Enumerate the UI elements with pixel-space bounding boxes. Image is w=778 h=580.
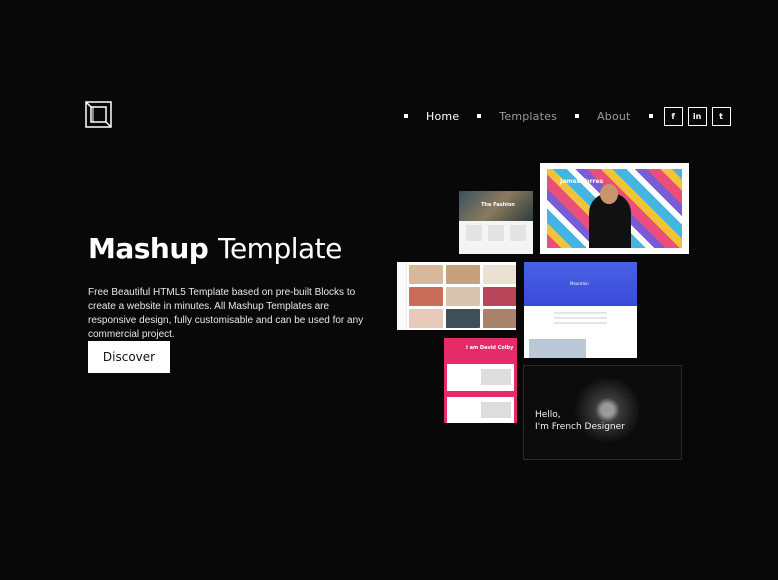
hero-title-bold: Mashup <box>88 232 209 265</box>
nav-templates-link[interactable]: Templates <box>499 110 557 123</box>
hero-title: Mashup Template <box>88 232 342 266</box>
preview-greeting-line: I'm French Designer <box>535 422 625 432</box>
preview-food-image <box>483 309 516 328</box>
nav-bullet <box>648 114 653 118</box>
main-nav: Home Templates About f in t <box>404 105 736 127</box>
facebook-icon[interactable]: f <box>663 106 683 126</box>
preview-food-image <box>409 287 443 306</box>
fashion-template-preview[interactable]: The Fashion <box>459 191 533 254</box>
preview-food-image <box>483 265 516 284</box>
preview-person-head <box>600 184 618 204</box>
nav-home-link[interactable]: Home <box>426 110 459 123</box>
preview-food-image <box>446 287 480 306</box>
preview-food-image <box>409 265 443 284</box>
preview-card <box>447 397 514 423</box>
preview-card <box>488 225 504 241</box>
preview-title: Mountain <box>570 281 589 286</box>
food-template-preview[interactable] <box>397 262 516 330</box>
preview-card <box>510 225 526 241</box>
logo-icon[interactable] <box>85 101 112 128</box>
hero-description: Free Beautiful HTML5 Template based on p… <box>88 287 364 340</box>
nav-bullet <box>575 114 580 118</box>
preview-food-image <box>446 265 480 284</box>
preview-title: The Fashion <box>481 202 515 208</box>
preview-greeting: Hello, I'm French Designer <box>535 409 625 433</box>
dark-template-preview[interactable]: Hello, I'm French Designer <box>523 365 682 460</box>
preview-text-line <box>554 322 607 324</box>
preview-card <box>447 364 514 391</box>
linkedin-icon[interactable]: in <box>687 106 707 126</box>
preview-title: James Torres <box>560 178 604 185</box>
nav-about-link[interactable]: About <box>597 110 631 123</box>
nav-bullet <box>404 114 408 118</box>
preview-text-line <box>554 317 607 319</box>
preview-image <box>529 339 586 358</box>
portfolio-template-preview[interactable]: James Torres <box>540 163 689 254</box>
discover-button[interactable]: Discover <box>88 341 170 373</box>
hero-title-regular: Template <box>218 232 342 265</box>
preview-food-image <box>483 287 516 306</box>
preview-card <box>466 225 482 241</box>
preview-text-line <box>554 312 607 314</box>
mountain-template-preview[interactable]: Mountain <box>524 262 637 358</box>
pink-template-preview[interactable]: I am David Colby <box>444 338 517 423</box>
preview-title: I am David Colby <box>466 345 514 351</box>
preview-food-image <box>409 309 443 328</box>
twitter-icon[interactable]: t <box>711 106 731 126</box>
preview-food-image <box>446 309 480 328</box>
preview-sidebar <box>397 262 407 330</box>
nav-bullet <box>477 114 482 118</box>
preview-greeting-line: Hello, <box>535 410 561 420</box>
